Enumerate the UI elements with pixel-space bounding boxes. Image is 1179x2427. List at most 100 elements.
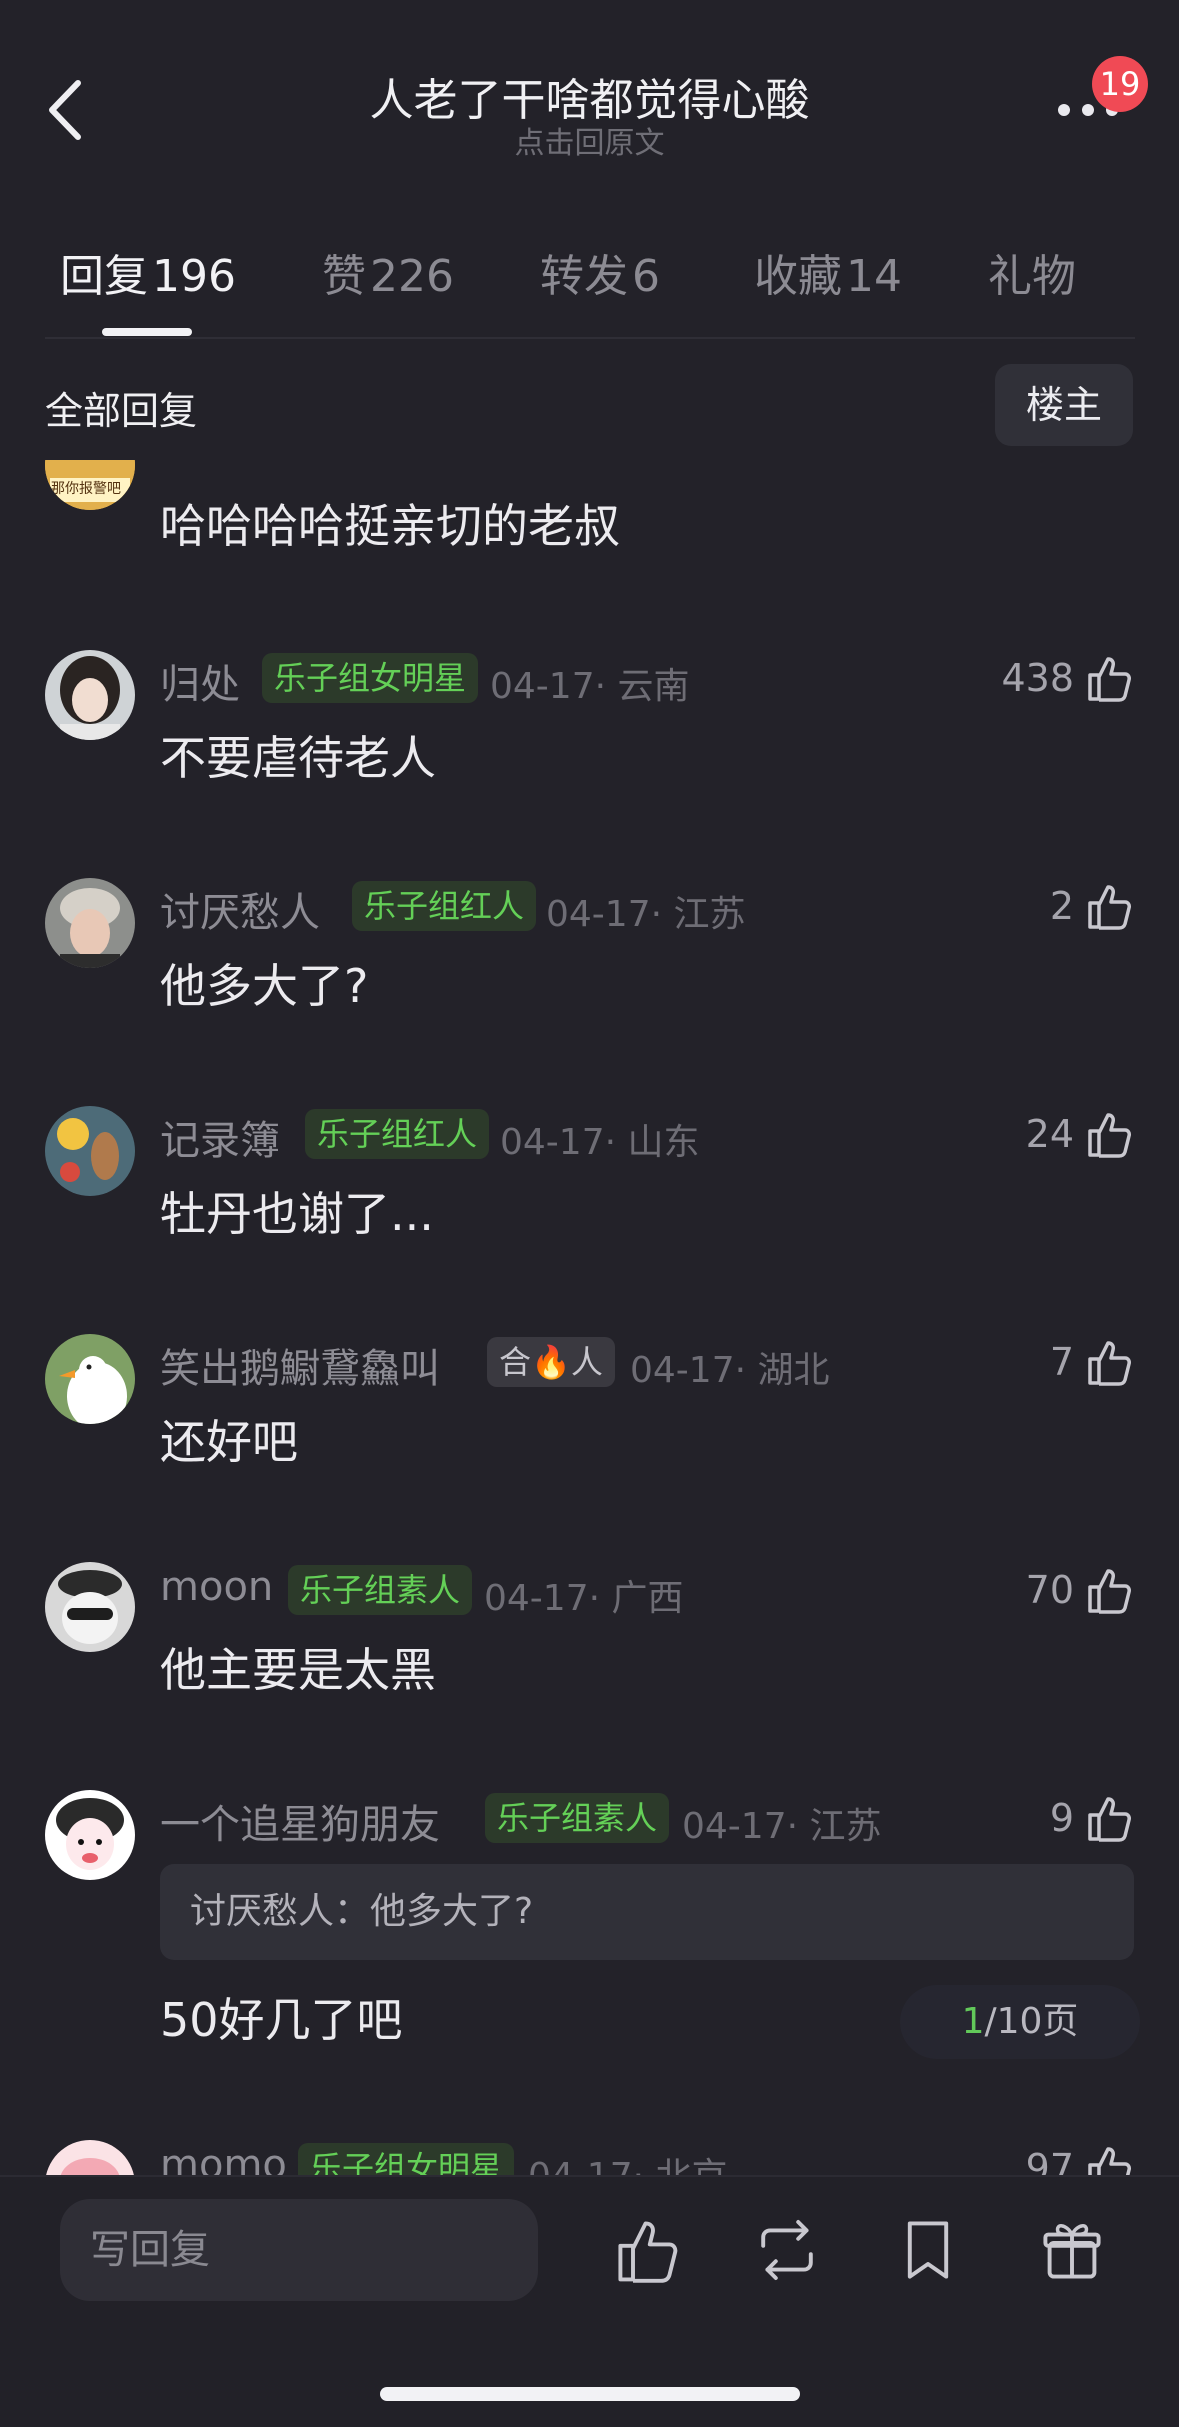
- home-indicator: [380, 2387, 800, 2401]
- current-page: 1: [961, 2001, 985, 2042]
- tab-label: 转发: [540, 251, 628, 302]
- avatar-image: [45, 1106, 135, 1196]
- avatar-image: [45, 650, 135, 740]
- total-pages: /10页: [984, 2001, 1079, 2042]
- like-button[interactable]: 7: [1050, 1332, 1134, 1392]
- comment-meta: 04-17· 湖北: [630, 1350, 830, 1391]
- more-dot-icon: [1058, 104, 1070, 116]
- avatar[interactable]: [45, 1334, 135, 1424]
- notification-badge: 19: [1092, 56, 1148, 112]
- user-badge[interactable]: 合🔥人: [487, 1337, 615, 1387]
- avatar-image: [45, 2140, 135, 2175]
- username[interactable]: 讨厌愁人: [160, 880, 320, 938]
- user-badge[interactable]: 乐子组素人: [485, 1793, 670, 1843]
- tab-count: 226: [370, 251, 454, 302]
- comment-meta: 04-17· 广西: [484, 1578, 684, 1619]
- reply-input[interactable]: 写回复: [60, 2199, 538, 2301]
- username[interactable]: momo: [160, 2142, 287, 2175]
- back-to-original-link[interactable]: 点击回原文: [0, 118, 1179, 162]
- avatar[interactable]: [45, 650, 135, 740]
- comment-text[interactable]: 哈哈哈哈挺亲切的老叔: [160, 490, 620, 556]
- like-count: 24: [1025, 1112, 1074, 1156]
- tab-favorites[interactable]: 收藏14: [754, 240, 902, 304]
- tab-likes[interactable]: 赞226: [322, 240, 454, 304]
- comment-text[interactable]: 牡丹也谢了...: [160, 1178, 434, 1244]
- avatar[interactable]: [45, 1562, 135, 1652]
- comment-text[interactable]: 还好吧: [160, 1406, 298, 1472]
- like-button[interactable]: 438: [1001, 648, 1134, 708]
- section-title: 全部回复: [45, 389, 198, 433]
- user-badge[interactable]: 乐子组女明星: [262, 653, 479, 703]
- avatar[interactable]: [45, 1106, 135, 1196]
- avatar[interactable]: [45, 1790, 135, 1880]
- thumbs-up-icon: [1088, 2147, 1131, 2175]
- avatar-caption: 那你报警吧: [51, 481, 121, 497]
- comment-text[interactable]: 50好几了吧: [160, 1984, 403, 2050]
- tab-replies[interactable]: 回复196: [60, 240, 236, 304]
- divider: [45, 337, 1135, 339]
- avatar-image: [45, 878, 135, 968]
- avatar[interactable]: [45, 2140, 135, 2175]
- thumbs-up-icon: [1088, 657, 1131, 702]
- comment-text[interactable]: 他多大了?: [160, 950, 368, 1016]
- comment-meta: 04-17· 北京: [528, 2147, 728, 2175]
- avatar[interactable]: [45, 878, 135, 968]
- user-badge[interactable]: 乐子组红人: [352, 881, 537, 931]
- tab-reposts[interactable]: 转发6: [540, 240, 660, 304]
- tab-label: 赞: [322, 251, 366, 302]
- op-only-filter-button[interactable]: 楼主: [995, 364, 1133, 446]
- thumbs-up-icon: [618, 2221, 678, 2283]
- avatar[interactable]: 那你报警吧: [45, 460, 135, 510]
- comment-meta: 04-17· 山东: [500, 1122, 700, 1163]
- comment-text[interactable]: 他主要是太黑: [160, 1634, 436, 1700]
- username[interactable]: 记录簿: [160, 1108, 280, 1166]
- thumbs-up-icon: [1088, 1341, 1131, 1386]
- like-button[interactable]: 70: [1026, 1560, 1134, 1620]
- gift-icon: [1043, 2224, 1101, 2279]
- comment-text[interactable]: 不要虐待老人: [160, 722, 436, 788]
- like-count: 97: [1025, 2146, 1074, 2175]
- gift-button[interactable]: [1037, 2215, 1107, 2285]
- like-count: 438: [1001, 656, 1074, 700]
- like-button[interactable]: 9: [1050, 1788, 1134, 1848]
- thumbs-up-icon: [1088, 1569, 1131, 1614]
- comment-meta: 04-17· 云南: [490, 666, 690, 707]
- like-button[interactable]: 2: [1050, 876, 1134, 936]
- tab-label: 礼物: [988, 251, 1076, 302]
- tab-bar: 回复196 赞226 转发6 收藏14 礼物: [0, 240, 1179, 340]
- like-count: 7: [1049, 1340, 1074, 1384]
- like-count: 9: [1049, 1796, 1074, 1840]
- username[interactable]: 归处: [160, 652, 240, 710]
- user-badge[interactable]: 乐子组素人: [288, 1565, 473, 1615]
- top-nav-bar: 人老了干啥都觉得心酸 点击回原文 19: [0, 0, 1179, 175]
- repost-icon: [761, 2220, 813, 2280]
- thumbs-up-icon: [1088, 1113, 1131, 1158]
- user-badge[interactable]: 乐子组女明星: [298, 2143, 515, 2175]
- username[interactable]: moon: [160, 1564, 273, 1610]
- comment-meta: 04-17· 江苏: [546, 894, 746, 935]
- tab-gifts[interactable]: 礼物: [988, 240, 1076, 304]
- comment-list[interactable]: 那你报警吧 哈哈哈哈挺亲切的老叔 归处 乐子组女明星 04-17· 云南 438…: [0, 460, 1179, 2175]
- like-button[interactable]: 97: [1026, 2138, 1134, 2175]
- username[interactable]: 一个追星狗朋友: [160, 1792, 440, 1850]
- like-post-button[interactable]: [612, 2215, 682, 2285]
- tab-label: 收藏: [754, 251, 842, 302]
- repost-button[interactable]: [752, 2215, 822, 2285]
- like-count: 70: [1025, 1568, 1074, 1612]
- thumbs-up-icon: [1088, 1797, 1131, 1842]
- avatar-image: [45, 1334, 135, 1424]
- like-button[interactable]: 24: [1026, 1104, 1134, 1164]
- page-indicator[interactable]: 1/10页: [900, 1985, 1140, 2059]
- quoted-reply[interactable]: 讨厌愁人：他多大了?: [160, 1864, 1134, 1960]
- bottom-action-bar: 写回复: [0, 2175, 1179, 2427]
- active-tab-indicator: [102, 328, 192, 336]
- comment-meta: 04-17· 江苏: [682, 1806, 882, 1847]
- username[interactable]: 笑出鹅䲁鵞鱻叫: [160, 1336, 440, 1394]
- user-badge[interactable]: 乐子组红人: [305, 1109, 490, 1159]
- like-count: 2: [1049, 884, 1074, 928]
- avatar-image: [45, 1562, 135, 1652]
- tab-count: 14: [846, 251, 902, 302]
- tab-label: 回复: [60, 251, 148, 302]
- tab-count: 196: [152, 251, 236, 302]
- bookmark-button[interactable]: [893, 2215, 963, 2285]
